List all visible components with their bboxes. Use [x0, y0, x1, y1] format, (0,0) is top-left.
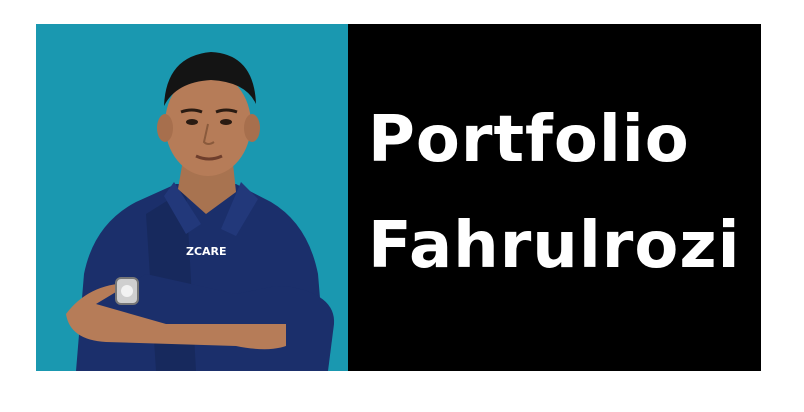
portrait-photo-panel: ZCARE: [36, 24, 348, 371]
portfolio-banner: ZCARE Portfolio Fahrulrozi: [36, 24, 761, 371]
title-panel: Portfolio Fahrulrozi: [348, 24, 761, 371]
shirt-logo: ZCARE: [186, 245, 227, 258]
title-line-2: Fahrulrozi: [368, 209, 741, 283]
title-line-1: Portfolio: [368, 103, 690, 177]
person-portrait: ZCARE: [66, 52, 335, 371]
